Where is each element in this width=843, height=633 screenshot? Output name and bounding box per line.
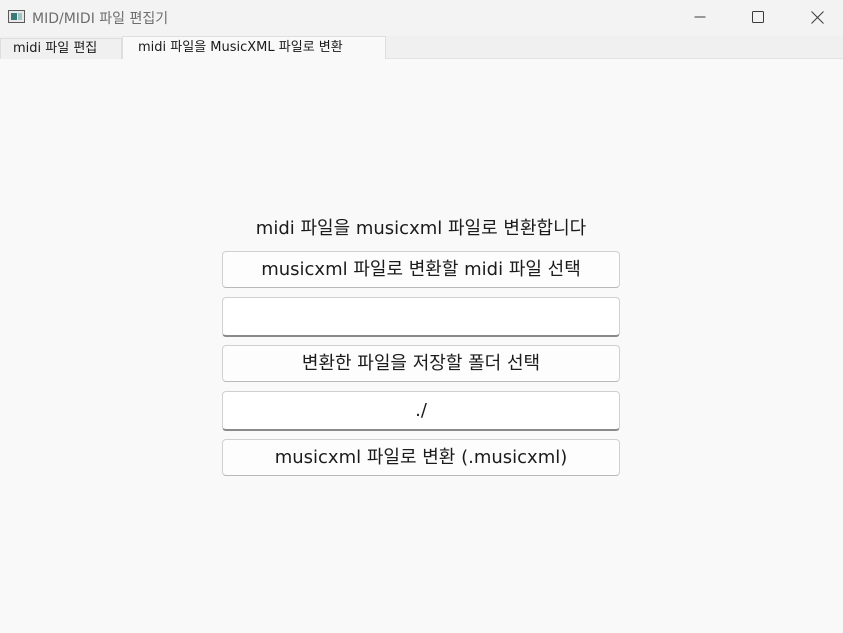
tab-bar: midi 파일 편집 midi 파일을 MusicXML 파일로 변환 [0,36,843,60]
app-window: MID/MIDI 파일 편집기 midi 파일 편집 midi 파일을 Musi… [0,0,843,633]
tab-midi-edit[interactable]: midi 파일 편집 [0,38,122,59]
midi-file-path-field[interactable] [222,297,620,337]
tab-content: midi 파일을 musicxml 파일로 변환합니다 musicxml 파일로… [0,59,843,633]
tab-midi-to-musicxml[interactable]: midi 파일을 MusicXML 파일로 변환 [122,36,386,60]
close-button[interactable] [794,0,840,34]
output-folder-path-field[interactable]: ./ [222,391,620,431]
app-window-icon [8,10,25,23]
minimize-button[interactable] [677,0,723,34]
window-title: MID/MIDI 파일 편집기 [32,11,169,27]
close-icon [810,10,824,24]
convert-to-musicxml-button[interactable]: musicxml 파일로 변환 (.musicxml) [222,439,620,476]
select-output-folder-button[interactable]: 변환한 파일을 저장할 폴더 선택 [222,345,620,382]
page-heading: midi 파일을 musicxml 파일로 변환합니다 [255,218,587,239]
title-bar: MID/MIDI 파일 편집기 [0,0,843,36]
maximize-icon [752,11,764,23]
select-midi-file-button[interactable]: musicxml 파일로 변환할 midi 파일 선택 [222,251,620,288]
maximize-button[interactable] [735,0,781,34]
minimize-icon [694,16,706,18]
